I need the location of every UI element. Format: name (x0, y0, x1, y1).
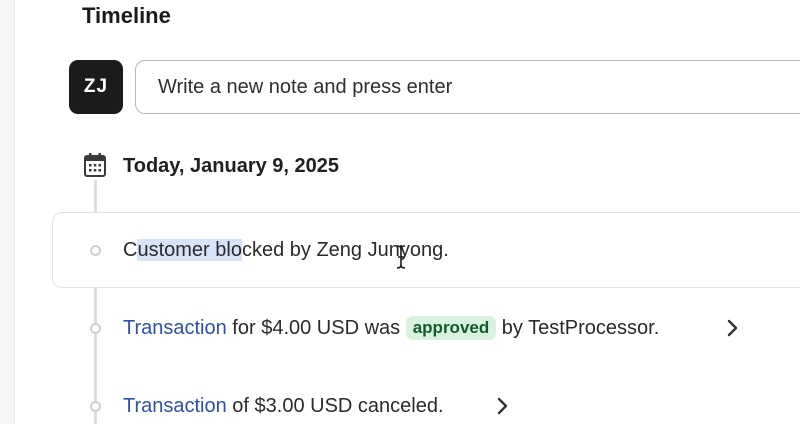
chevron-right-icon[interactable] (725, 319, 739, 337)
text-cursor-icon (396, 245, 406, 269)
event-text: for $4.00 USD was (226, 317, 406, 339)
note-input[interactable] (135, 60, 800, 114)
chevron-right-icon[interactable] (495, 397, 509, 415)
date-label: Today, January 9, 2025 (123, 155, 340, 177)
event-transaction-canceled: Transaction of $3.00 USD canceled. (123, 393, 444, 419)
event-text: by TestProcessor. (496, 317, 660, 339)
avatar: ZJ (69, 60, 123, 114)
event-text: of $3.00 USD canceled. (226, 395, 444, 417)
selected-text: ustomer blo (137, 239, 242, 261)
event-text-end: by Zeng Junyong. (284, 239, 449, 261)
event-text-mid: cked (241, 239, 285, 261)
event-transaction-approved: Transaction for $4.00 USD was approved b… (123, 315, 659, 341)
transaction-link[interactable]: Transaction (123, 395, 227, 417)
transaction-link[interactable]: Transaction (123, 317, 227, 339)
calendar-icon (84, 153, 106, 177)
timeline-title: Timeline (82, 3, 171, 28)
left-gutter (0, 0, 15, 424)
timeline-page: Timeline ZJ Today, January 9, 2025 Custo… (0, 0, 800, 424)
status-badge: approved (405, 316, 497, 340)
event-text-start: C (123, 239, 138, 261)
timeline-dot (90, 323, 101, 334)
timeline-dot (90, 245, 101, 256)
timeline-dot (90, 401, 101, 412)
